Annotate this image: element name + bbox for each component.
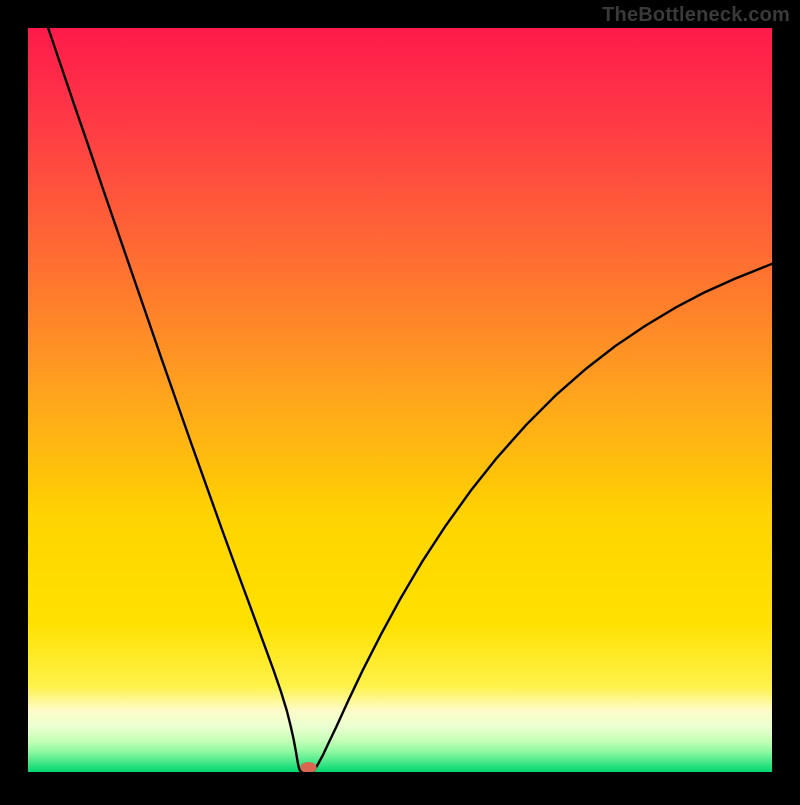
plot-background <box>28 28 772 772</box>
marker-point <box>300 762 316 773</box>
watermark-text: TheBottleneck.com <box>602 4 790 27</box>
chart-frame: TheBottleneck.com <box>0 0 800 800</box>
chart-svg <box>0 0 800 800</box>
